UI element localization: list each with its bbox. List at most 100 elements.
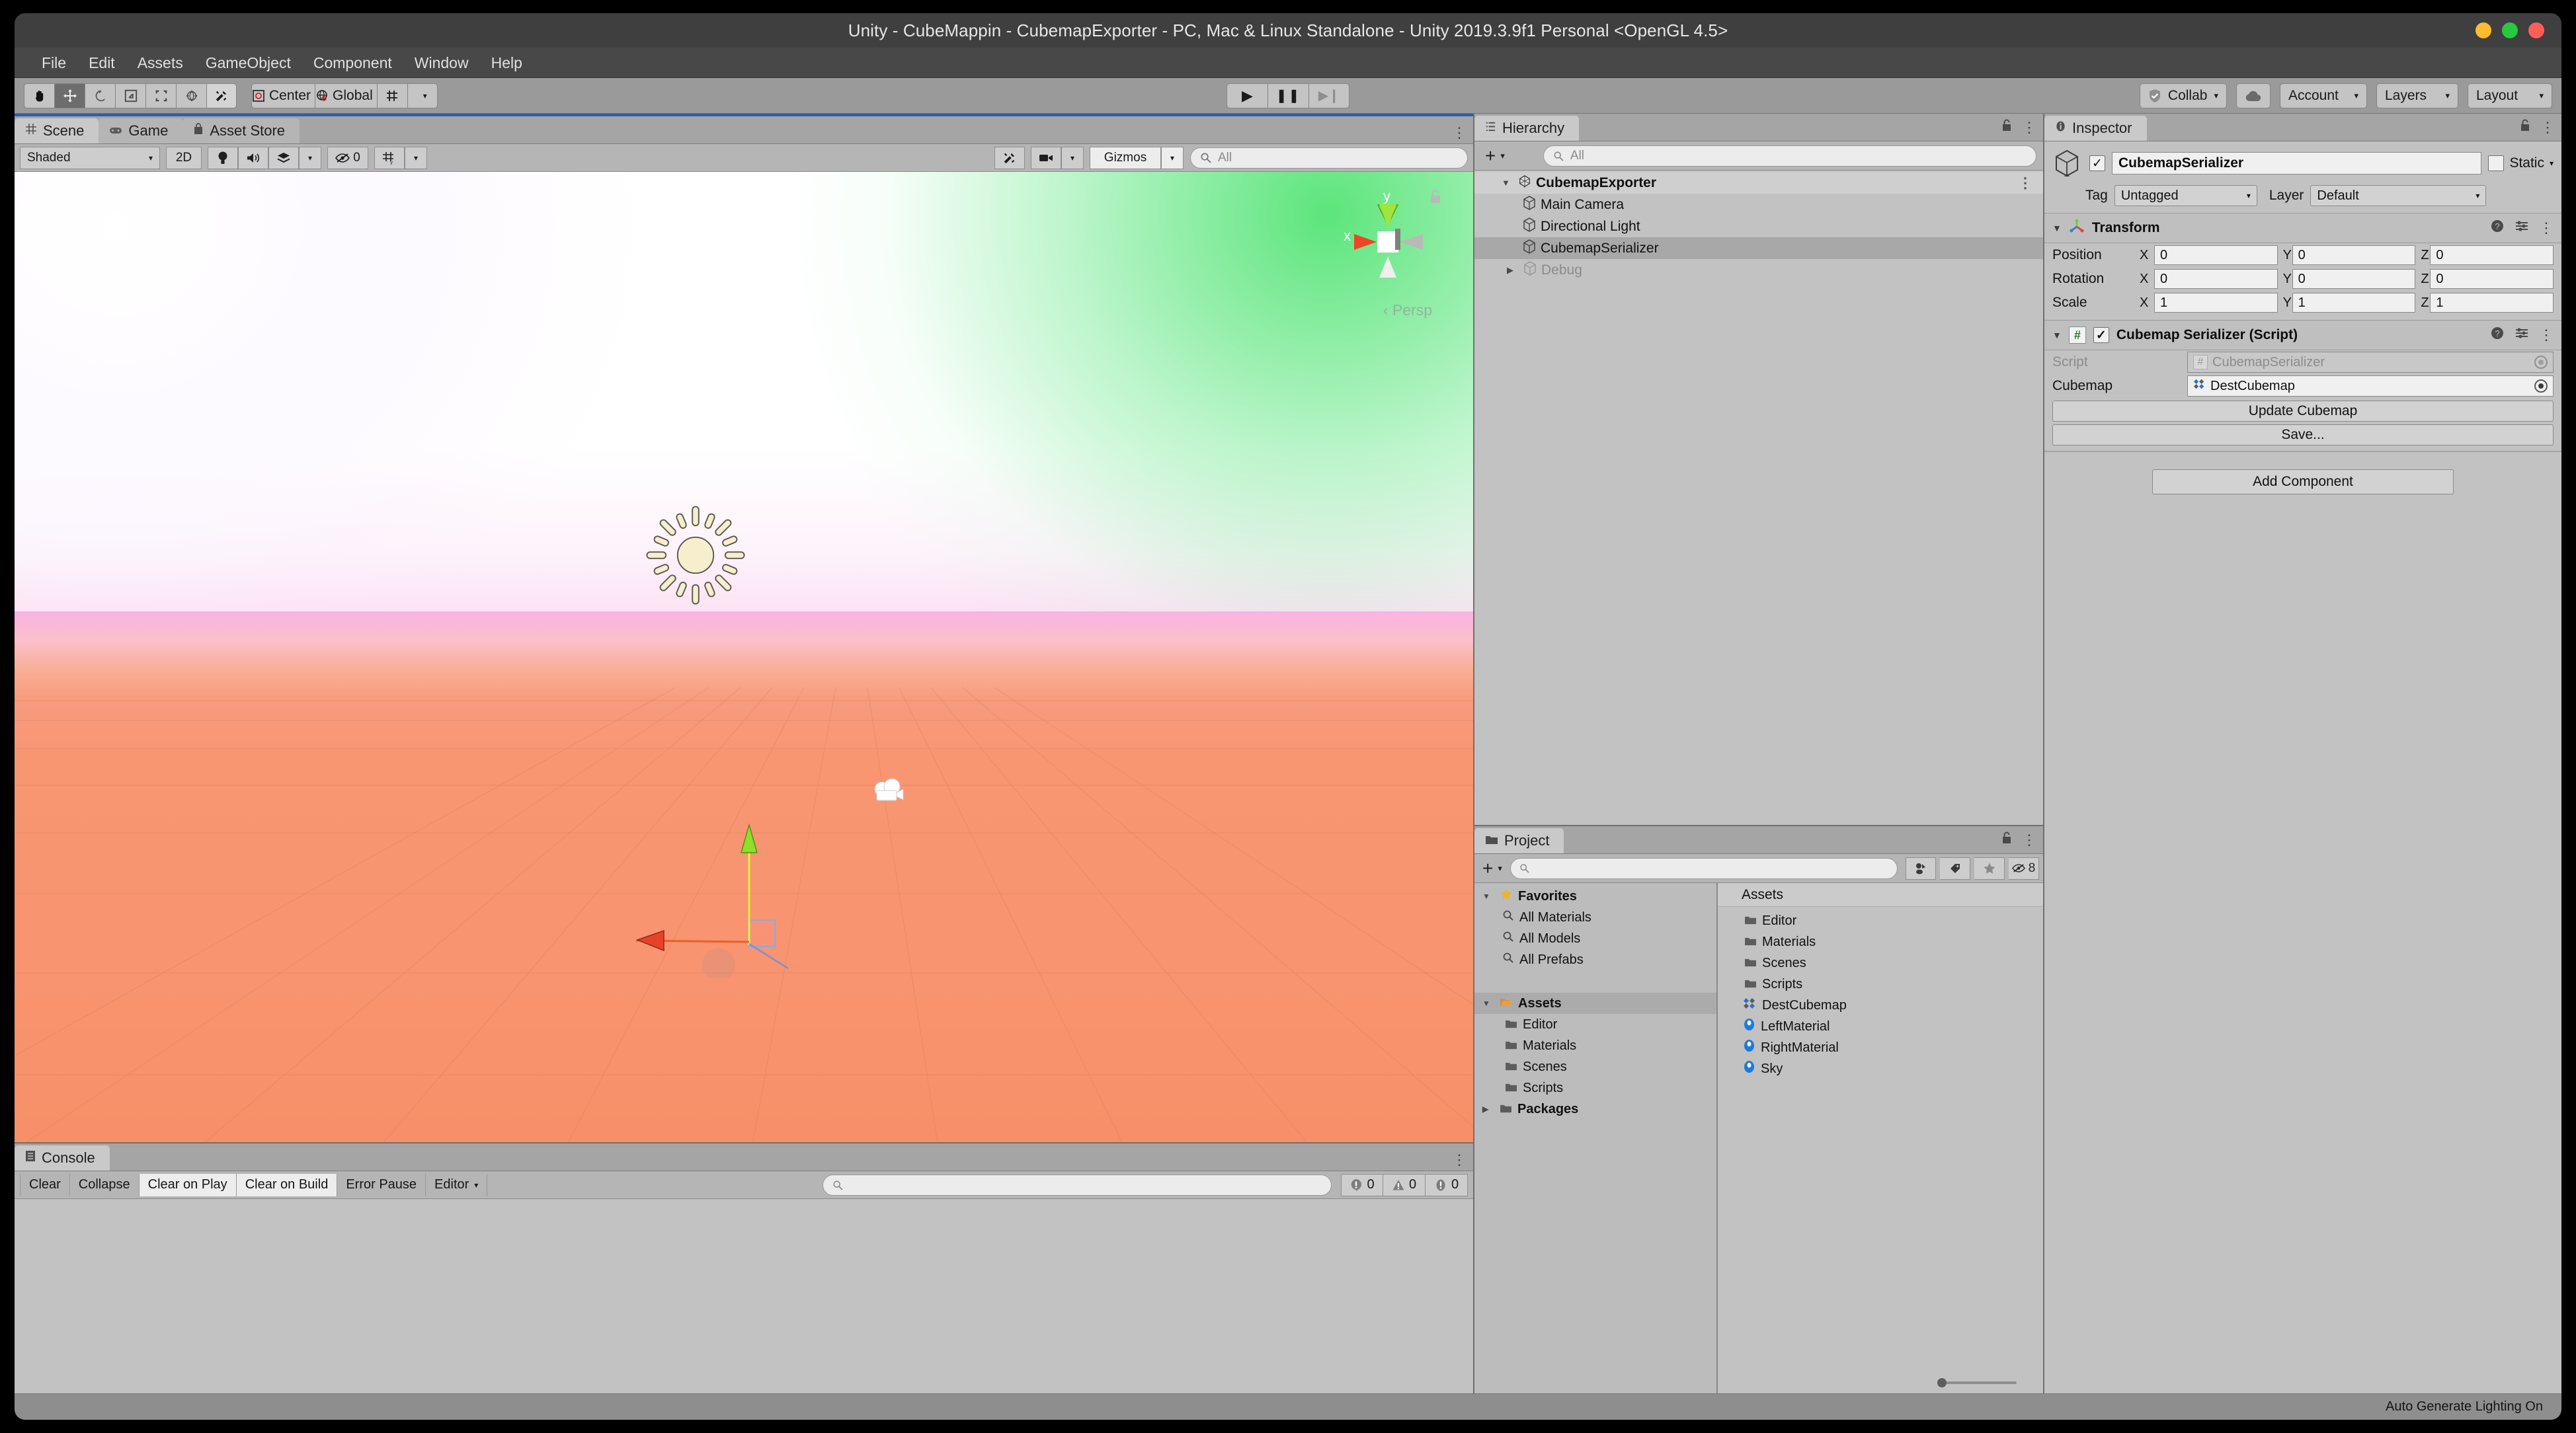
project-tree-favorites[interactable]: ▼ Favorites — [1474, 886, 1716, 907]
project-tree[interactable]: ▼ Favorites All Materials All Models All… — [1474, 883, 1718, 1393]
console-log-list[interactable] — [15, 1199, 1473, 1393]
menu-item-gameobject[interactable]: GameObject — [194, 48, 302, 78]
zoom-button[interactable] — [2502, 22, 2518, 38]
scene-camera-button[interactable] — [1031, 146, 1061, 169]
asset-list[interactable]: Editor Materials Scenes Scripts DestCube… — [1718, 907, 2043, 1372]
gizmos-button[interactable]: Gizmos — [1090, 146, 1161, 169]
project-tree-packages[interactable]: ▶ Packages — [1474, 1099, 1716, 1120]
collab-button[interactable]: Collab ▾ — [2139, 83, 2227, 108]
disclosure-triangle-icon[interactable]: ▼ — [2052, 330, 2062, 340]
scale-x-field[interactable]: 1 — [2154, 293, 2278, 313]
kebab-menu-icon[interactable]: ⋮ — [2539, 221, 2554, 235]
minimize-button[interactable] — [2475, 22, 2491, 38]
scale-tool-button[interactable] — [115, 83, 145, 108]
directional-light-gizmo[interactable] — [643, 502, 748, 608]
play-button[interactable]: ▶ — [1227, 83, 1268, 108]
custom-editor-tool-button[interactable] — [206, 83, 237, 108]
fx-dropdown[interactable]: ▾ — [299, 146, 321, 169]
hierarchy-item-main-camera[interactable]: Main Camera — [1474, 194, 2043, 215]
cubemap-object-field[interactable]: DestCubemap — [2187, 375, 2554, 397]
filter-by-type-button[interactable] — [1906, 857, 1936, 880]
scene-viewport[interactable]: y x ‹ Persp — [15, 172, 1473, 1142]
menu-item-edit[interactable]: Edit — [77, 48, 126, 78]
window-controls[interactable] — [2475, 22, 2544, 38]
layout-button[interactable]: Layout ▾ — [2468, 83, 2552, 108]
tab-console[interactable]: Console — [15, 1145, 110, 1171]
main-camera-gizmo[interactable] — [867, 777, 905, 805]
error-pause-button[interactable]: Error Pause — [337, 1173, 426, 1196]
scene-grid-dropdown[interactable]: ▾ — [405, 146, 427, 169]
position-y-field[interactable]: 0 — [2292, 245, 2416, 265]
gameobject-name-field[interactable]: CubemapSerializer — [2112, 152, 2482, 174]
save-button[interactable]: Save... — [2052, 424, 2554, 445]
console-search-input[interactable] — [823, 1174, 1332, 1196]
chevron-down-icon[interactable]: ▾ — [2550, 159, 2554, 168]
kebab-menu-icon[interactable]: ⋮ — [1452, 1153, 1467, 1167]
disclosure-triangle-icon[interactable]: ▼ — [1482, 999, 1494, 1008]
rotate-tool-button[interactable] — [85, 83, 115, 108]
account-button[interactable]: Account ▾ — [2280, 83, 2367, 108]
tab-inspector[interactable]: Inspector — [2044, 116, 2147, 141]
asset-item-editor[interactable]: Editor — [1718, 910, 2043, 931]
clear-on-play-button[interactable]: Clear on Play — [139, 1173, 237, 1196]
menu-item-component[interactable]: Component — [302, 48, 403, 78]
project-tree-all-prefabs[interactable]: All Prefabs — [1474, 949, 1716, 970]
menu-item-file[interactable]: File — [30, 48, 77, 78]
gameobject-enabled-checkbox[interactable]: ✓ — [2089, 155, 2105, 171]
inspector-tab-options[interactable]: ⋮ — [2519, 119, 2555, 136]
static-checkbox[interactable] — [2488, 155, 2505, 171]
rotation-y-field[interactable]: 0 — [2292, 269, 2416, 289]
fx-toggle-button[interactable] — [268, 146, 299, 169]
kebab-menu-icon[interactable]: ⋮ — [1452, 126, 1467, 140]
scene-search-input[interactable]: All — [1190, 147, 1468, 169]
close-button[interactable] — [2528, 22, 2544, 38]
clear-on-build-button[interactable]: Clear on Build — [236, 1173, 338, 1196]
asset-item-materials[interactable]: Materials — [1718, 931, 2043, 952]
hierarchy-search-input[interactable]: All — [1543, 145, 2036, 167]
hierarchy-add-button[interactable]: + ▾ — [1481, 145, 1509, 167]
hierarchy-item-cubemapserializer[interactable]: CubemapSerializer — [1474, 237, 2043, 259]
static-toggle[interactable]: Static ▾ — [2488, 155, 2554, 171]
transform-component-header[interactable]: ▼ Transform ? ⋮ — [2044, 213, 2561, 243]
pause-button[interactable]: ❚❚ — [1268, 83, 1308, 108]
asset-item-scripts[interactable]: Scripts — [1718, 974, 2043, 995]
hierarchy-item-debug[interactable]: ▶ Debug — [1474, 259, 2043, 281]
lock-icon[interactable] — [2001, 832, 2013, 849]
scale-z-field[interactable]: 1 — [2430, 293, 2554, 313]
collapse-button[interactable]: Collapse — [69, 1173, 140, 1196]
transform-tool-button[interactable] — [176, 83, 206, 108]
pivot-mode-button[interactable]: Center — [251, 83, 315, 108]
asset-item-sky[interactable]: Sky — [1718, 1058, 2043, 1079]
tab-game[interactable]: Game — [99, 118, 183, 143]
object-picker-icon[interactable] — [2534, 379, 2548, 393]
position-z-field[interactable]: 0 — [2430, 245, 2554, 265]
disclosure-triangle-icon[interactable]: ▼ — [2052, 223, 2062, 233]
help-icon[interactable]: ? — [2490, 219, 2505, 237]
disclosure-triangle-icon[interactable]: ▶ — [1507, 265, 1519, 276]
hidden-assets-toggle[interactable]: 8 — [2009, 857, 2039, 880]
project-tab-options[interactable]: ⋮ — [2001, 832, 2036, 849]
lock-icon[interactable] — [2001, 119, 2013, 136]
kebab-menu-icon[interactable]: ⋮ — [2539, 328, 2554, 342]
scene-camera-dropdown[interactable]: ▾ — [1061, 146, 1084, 169]
rect-tool-button[interactable] — [145, 83, 176, 108]
hierarchy-item-directional-light[interactable]: Directional Light — [1474, 215, 2043, 237]
cloud-button[interactable] — [2236, 83, 2271, 108]
hierarchy-tab-options[interactable]: ⋮ — [2001, 119, 2036, 136]
menu-item-help[interactable]: Help — [480, 48, 534, 78]
gizmos-dropdown[interactable]: ▾ — [1161, 146, 1184, 169]
move-tool-button[interactable] — [54, 83, 85, 108]
hand-tool-button[interactable] — [24, 83, 54, 108]
tag-dropdown[interactable]: Untagged ▾ — [2114, 185, 2257, 206]
hierarchy-tree[interactable]: ▼ CubemapExporter ⋮ Main Camera Directio… — [1474, 171, 2043, 825]
grid-snap-dropdown[interactable]: ▾ — [407, 83, 438, 108]
filter-by-label-button[interactable] — [1940, 857, 1970, 880]
add-component-button[interactable]: Add Component — [2152, 469, 2454, 494]
project-add-button[interactable]: + ▾ — [1478, 858, 1506, 879]
project-tree-scenes[interactable]: Scenes — [1474, 1056, 1716, 1077]
kebab-menu-icon[interactable]: ⋮ — [2018, 175, 2033, 190]
scene-tab-options[interactable]: ⋮ — [1452, 126, 1467, 140]
tab-project[interactable]: Project — [1474, 828, 1564, 853]
lighting-toggle-button[interactable] — [208, 146, 238, 169]
log-counter[interactable]: 0 — [1341, 1173, 1383, 1196]
